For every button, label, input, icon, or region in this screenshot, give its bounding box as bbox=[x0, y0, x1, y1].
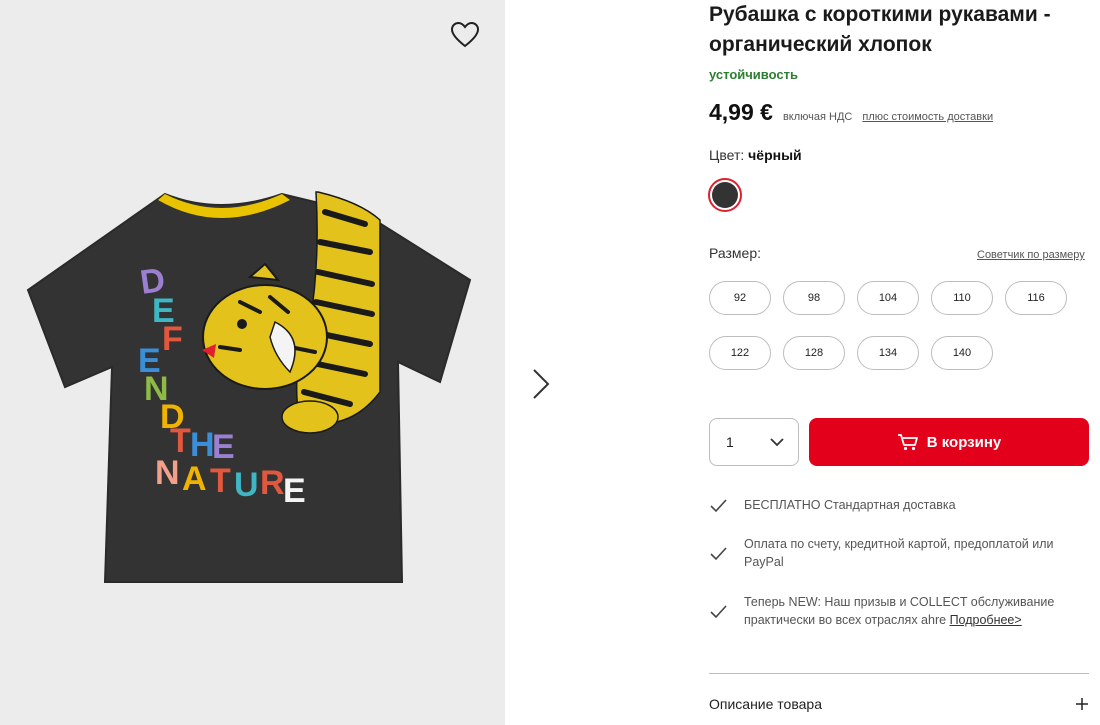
product-gallery: D E F E N D T H E N A T U R E bbox=[0, 0, 505, 725]
product-title: Рубашка с короткими рукавами - органичес… bbox=[709, 3, 1051, 56]
benefit-text: БЕСПЛАТНО Стандартная доставка bbox=[744, 498, 956, 512]
svg-text:E: E bbox=[283, 472, 306, 510]
quantity-value: 1 bbox=[726, 434, 734, 450]
swatch-fill bbox=[712, 182, 738, 208]
shipping-cost-link[interactable]: плюс стоимость доставки bbox=[862, 111, 993, 123]
price-row: 4,99 € включая НДС плюс стоимость достав… bbox=[709, 99, 993, 126]
svg-text:E: E bbox=[212, 428, 235, 466]
check-icon bbox=[710, 547, 727, 561]
divider bbox=[709, 673, 1089, 674]
vat-text: включая НДС bbox=[782, 111, 853, 123]
more-details-link[interactable]: Подробнее> bbox=[950, 613, 1022, 627]
color-label: Цвет: bbox=[709, 147, 745, 163]
size-option[interactable]: 128 bbox=[783, 336, 845, 370]
benefit-text: Оплата по счету, кредитной картой, предо… bbox=[744, 537, 1054, 569]
heart-icon[interactable] bbox=[448, 18, 482, 52]
color-value: чёрный bbox=[748, 147, 802, 163]
size-option[interactable]: 98 bbox=[783, 281, 845, 315]
svg-text:F: F bbox=[162, 320, 183, 358]
color-selection: Цвет: чёрный bbox=[709, 147, 802, 163]
svg-text:N: N bbox=[155, 454, 180, 492]
size-advisor-link[interactable]: Советчик по размеру bbox=[977, 249, 1085, 261]
chevron-down-icon bbox=[770, 438, 784, 447]
svg-text:T: T bbox=[210, 462, 231, 500]
check-icon bbox=[710, 605, 727, 619]
quantity-select[interactable]: 1 bbox=[709, 418, 799, 466]
product-image[interactable]: D E F E N D T H E N A T U R E bbox=[20, 172, 480, 592]
size-label: Размер: bbox=[709, 245, 762, 261]
svg-text:U: U bbox=[234, 466, 259, 504]
size-option[interactable]: 140 bbox=[931, 336, 993, 370]
svg-text:H: H bbox=[190, 426, 215, 464]
size-option[interactable]: 122 bbox=[709, 336, 771, 370]
benefit-item: Оплата по счету, кредитной картой, предо… bbox=[709, 535, 1089, 571]
size-option[interactable]: 110 bbox=[931, 281, 993, 315]
product-description-accordion[interactable]: Описание товара bbox=[709, 696, 1089, 712]
chevron-right-icon[interactable] bbox=[528, 364, 554, 404]
benefit-item: Теперь NEW: Наш призыв и COLLECT обслужи… bbox=[709, 593, 1089, 629]
plus-icon bbox=[1076, 698, 1088, 710]
color-swatch-black[interactable] bbox=[708, 178, 742, 212]
add-to-cart-label: В корзину bbox=[926, 433, 1002, 451]
description-label: Описание товара bbox=[709, 696, 822, 712]
sustainability-badge[interactable]: устойчивость bbox=[709, 67, 798, 82]
svg-text:R: R bbox=[260, 464, 285, 502]
check-icon bbox=[710, 499, 727, 513]
benefit-item: БЕСПЛАТНО Стандартная доставка bbox=[709, 496, 1089, 516]
size-option[interactable]: 134 bbox=[857, 336, 919, 370]
svg-text:A: A bbox=[182, 460, 207, 498]
benefit-text: Теперь NEW: Наш призыв и COLLECT обслужи… bbox=[744, 593, 1089, 629]
size-option[interactable]: 104 bbox=[857, 281, 919, 315]
product-price: 4,99 € bbox=[709, 99, 773, 125]
add-to-cart-button[interactable]: В корзину bbox=[809, 418, 1089, 466]
size-option[interactable]: 92 bbox=[709, 281, 771, 315]
cart-icon bbox=[897, 434, 918, 451]
size-option[interactable]: 116 bbox=[1005, 281, 1067, 315]
